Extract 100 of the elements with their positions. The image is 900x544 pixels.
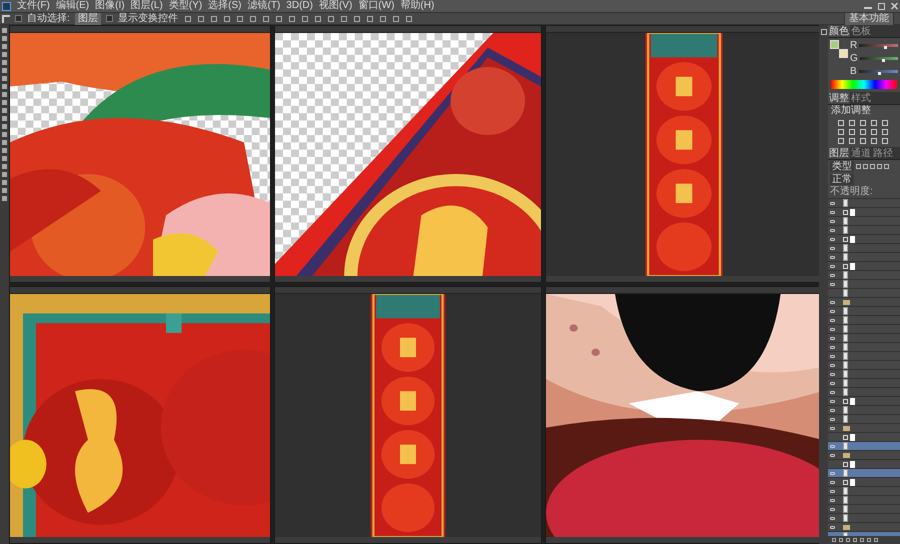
eye-icon[interactable] (830, 264, 835, 268)
eye-icon[interactable] (830, 382, 835, 384)
filter-dropdown[interactable]: 类型 (830, 161, 854, 172)
eye-icon[interactable] (830, 472, 835, 474)
eye-icon[interactable] (830, 444, 835, 448)
panel-tab[interactable]: 调整 (828, 92, 850, 104)
restore-button[interactable] (878, 2, 885, 10)
layer-row[interactable] (828, 370, 900, 379)
layer-row[interactable] (828, 361, 900, 370)
layer-row[interactable] (828, 316, 900, 325)
eye-icon[interactable] (830, 516, 835, 520)
panel-tab[interactable]: 样式 (850, 92, 872, 104)
layer-row[interactable] (828, 226, 900, 235)
eye-icon[interactable] (830, 202, 835, 204)
eye-icon[interactable] (830, 408, 835, 412)
slider-thumb[interactable] (878, 72, 881, 75)
menu-item[interactable]: 编辑(E) (56, 1, 90, 11)
layer-row[interactable] (828, 199, 900, 208)
foreground-color-swatch[interactable] (830, 40, 839, 49)
panel-tab[interactable]: 色板 (850, 25, 872, 37)
eye-icon[interactable] (830, 372, 835, 376)
eye-icon[interactable] (830, 328, 835, 330)
layer-row[interactable] (828, 469, 900, 478)
blend-mode-dropdown[interactable]: 正常 (830, 174, 854, 185)
panel-tab[interactable]: 颜色 (828, 25, 850, 37)
eye-icon[interactable] (830, 526, 835, 528)
close-button[interactable] (891, 2, 898, 10)
eye-icon[interactable] (830, 364, 835, 366)
eye-icon[interactable] (830, 282, 835, 286)
eye-icon[interactable] (830, 480, 835, 484)
layer-row[interactable] (828, 352, 900, 361)
eye-icon[interactable] (830, 228, 835, 232)
layer-row[interactable] (828, 379, 900, 388)
layer-row[interactable] (828, 514, 900, 523)
layer-row[interactable] (828, 253, 900, 262)
eye-icon[interactable] (830, 310, 835, 312)
eye-icon[interactable] (830, 354, 835, 358)
layer-row[interactable] (828, 478, 900, 487)
color-spectrum[interactable] (831, 80, 897, 89)
layer-row[interactable] (828, 298, 900, 307)
layer-row[interactable] (828, 442, 900, 451)
layer-row[interactable] (828, 334, 900, 343)
layer-row[interactable] (828, 505, 900, 514)
eye-icon[interactable] (830, 220, 835, 222)
panel-tab[interactable]: 通道 (850, 147, 872, 159)
eye-icon[interactable] (830, 300, 835, 304)
layer-row[interactable] (828, 325, 900, 334)
panel-tab[interactable]: 图层 (828, 147, 850, 159)
move-tool-icon[interactable] (2, 14, 10, 22)
layer-row[interactable] (828, 451, 900, 460)
channel-slider[interactable] (858, 70, 898, 73)
menu-item[interactable]: 滤镜(T) (248, 1, 280, 11)
background-color-swatch[interactable] (839, 49, 848, 58)
checkbox[interactable] (15, 15, 22, 22)
panel-tab[interactable]: 路径 (872, 147, 894, 159)
eye-icon[interactable] (830, 426, 835, 430)
channel-slider[interactable] (859, 44, 898, 47)
menu-item[interactable]: 图层(L) (130, 1, 163, 11)
layer-row[interactable] (828, 343, 900, 352)
channel-slider[interactable] (860, 57, 898, 60)
layer-row[interactable] (828, 262, 900, 271)
slider-thumb[interactable] (882, 59, 885, 62)
layer-row[interactable] (828, 289, 900, 298)
layer-row[interactable] (828, 415, 900, 424)
eye-icon[interactable] (830, 256, 835, 258)
eye-icon[interactable] (830, 400, 835, 402)
eye-icon[interactable] (830, 490, 835, 492)
menu-item[interactable]: 图像(I) (95, 1, 125, 11)
layer-row[interactable] (828, 271, 900, 280)
menu-item[interactable]: 视图(V) (318, 1, 352, 11)
eye-icon[interactable] (830, 274, 835, 276)
layer-row[interactable] (828, 406, 900, 415)
layer-row[interactable] (828, 217, 900, 226)
layer-row[interactable] (828, 244, 900, 253)
workspace-dropdown[interactable]: 基本功能 (844, 12, 894, 26)
eye-icon[interactable] (830, 336, 835, 340)
minimize-button[interactable] (864, 6, 872, 8)
eye-icon[interactable] (830, 318, 835, 322)
layer-row[interactable] (828, 280, 900, 289)
layer-row[interactable] (828, 424, 900, 433)
layer-row[interactable] (828, 235, 900, 244)
eye-icon[interactable] (830, 246, 835, 250)
checkbox[interactable] (106, 15, 113, 22)
menu-item[interactable]: 帮助(H) (400, 1, 434, 11)
menu-item[interactable]: 3D(D) (286, 1, 313, 11)
layer-row[interactable] (828, 397, 900, 406)
history-icon[interactable] (820, 29, 826, 35)
menu-item[interactable]: 选择(S) (208, 1, 242, 11)
eye-icon[interactable] (830, 454, 835, 456)
slider-thumb[interactable] (884, 46, 888, 49)
target-dropdown[interactable]: 图层 (74, 12, 101, 24)
eye-icon[interactable] (830, 508, 835, 510)
menu-item[interactable]: 类型(Y) (168, 1, 202, 11)
layer-row[interactable] (828, 487, 900, 496)
eye-icon[interactable] (830, 210, 835, 214)
layer-row[interactable] (828, 496, 900, 505)
eye-icon[interactable] (830, 346, 835, 348)
eye-icon[interactable] (830, 498, 835, 502)
eye-icon[interactable] (830, 418, 835, 420)
layer-row[interactable] (828, 388, 900, 397)
